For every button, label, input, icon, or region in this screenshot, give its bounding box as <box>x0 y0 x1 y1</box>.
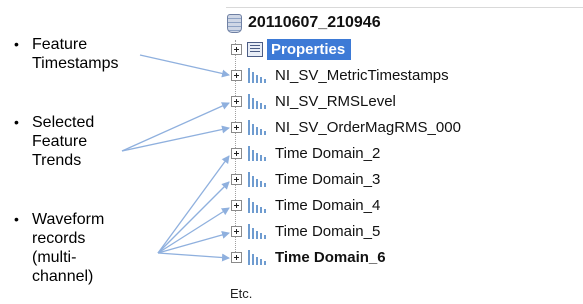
bullet-3: • <box>14 211 19 227</box>
tree-node-label: Time Domain_5 <box>275 222 381 240</box>
expand-icon[interactable] <box>231 43 242 55</box>
tree-top-divider <box>226 7 583 8</box>
expand-icon[interactable] <box>231 199 242 211</box>
annotation-waveform-records: • Waveform records (multi- channel) <box>14 210 105 286</box>
annotation-labels: • Feature Timestamps • Selected Feature … <box>0 0 220 304</box>
tdms-tree-view: 20110607_210946 Properties NI_SV_MetricT… <box>226 10 583 270</box>
tree-node-label: Time Domain_2 <box>275 144 381 162</box>
annotation-text: Selected Feature Trends <box>32 114 95 169</box>
tree-node-time-domain-6[interactable]: Time Domain_6 <box>226 244 583 270</box>
tree-node-label: NI_SV_RMSLevel <box>275 92 396 110</box>
tree-node-label: Time Domain_3 <box>275 170 381 188</box>
tree-node-time-domain-2[interactable]: Time Domain_2 <box>226 140 583 166</box>
channel-group-icon <box>247 248 269 266</box>
expand-icon[interactable] <box>231 69 242 81</box>
tree-node-time-domain-5[interactable]: Time Domain_5 <box>226 218 583 244</box>
channel-group-icon <box>247 144 269 162</box>
channel-group-icon <box>247 66 269 84</box>
tree-root-label: 20110607_210946 <box>248 14 381 31</box>
database-icon <box>226 13 242 33</box>
expand-icon[interactable] <box>231 251 242 263</box>
expand-icon[interactable] <box>231 173 242 185</box>
channel-group-icon <box>247 92 269 110</box>
channel-group-icon <box>247 170 269 188</box>
properties-icon <box>247 41 263 57</box>
expand-icon[interactable] <box>231 121 242 133</box>
tree-node-label: NI_SV_OrderMagRMS_000 <box>275 118 461 136</box>
etc-note: Etc. <box>230 286 253 301</box>
tree-node-metric-timestamps[interactable]: NI_SV_MetricTimestamps <box>226 62 583 88</box>
bullet-1: • <box>14 36 19 52</box>
channel-group-icon <box>247 222 269 240</box>
expand-icon[interactable] <box>231 95 242 107</box>
annotation-feature-timestamps: • Feature Timestamps <box>14 35 119 73</box>
annotation-selected-feature-trends: • Selected Feature Trends <box>14 113 95 170</box>
tree-node-label: Time Domain_4 <box>275 196 381 214</box>
tree-node-label: NI_SV_MetricTimestamps <box>275 66 449 84</box>
tree-root[interactable]: 20110607_210946 <box>226 10 583 36</box>
tree-node-label: Properties <box>267 38 352 60</box>
expand-icon[interactable] <box>231 225 242 237</box>
bullet-2: • <box>14 114 19 130</box>
tree-node-time-domain-3[interactable]: Time Domain_3 <box>226 166 583 192</box>
expand-icon[interactable] <box>231 147 242 159</box>
channel-group-icon <box>247 196 269 214</box>
channel-group-icon <box>247 118 269 136</box>
tree-node-label: Time Domain_6 <box>275 248 386 266</box>
annotation-text: Feature Timestamps <box>32 36 119 72</box>
tree-node-properties[interactable]: Properties <box>226 36 583 62</box>
tree-node-rms-level[interactable]: NI_SV_RMSLevel <box>226 88 583 114</box>
annotation-text: Waveform records (multi- channel) <box>32 211 105 285</box>
tree-node-order-mag-rms[interactable]: NI_SV_OrderMagRMS_000 <box>226 114 583 140</box>
tree-node-time-domain-4[interactable]: Time Domain_4 <box>226 192 583 218</box>
